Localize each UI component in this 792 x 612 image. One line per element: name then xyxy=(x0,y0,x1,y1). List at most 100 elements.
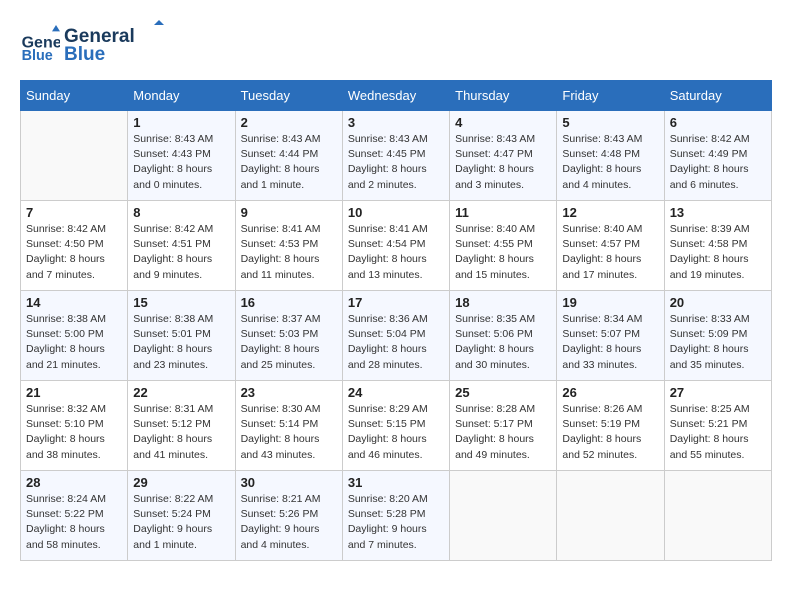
day-info: Sunrise: 8:42 AMSunset: 4:49 PMDaylight:… xyxy=(670,132,766,193)
calendar-cell: 1 Sunrise: 8:43 AMSunset: 4:43 PMDaylight… xyxy=(128,111,235,201)
day-number: 16 xyxy=(241,295,337,310)
day-info: Sunrise: 8:26 AMSunset: 5:19 PMDaylight:… xyxy=(562,402,658,463)
calendar-cell xyxy=(21,111,128,201)
day-number: 2 xyxy=(241,115,337,130)
day-number: 26 xyxy=(562,385,658,400)
day-info: Sunrise: 8:40 AMSunset: 4:57 PMDaylight:… xyxy=(562,222,658,283)
calendar-cell: 29 Sunrise: 8:22 AMSunset: 5:24 PMDayligh… xyxy=(128,471,235,561)
day-info: Sunrise: 8:31 AMSunset: 5:12 PMDaylight:… xyxy=(133,402,229,463)
day-header-monday: Monday xyxy=(128,81,235,111)
day-info: Sunrise: 8:43 AMSunset: 4:44 PMDaylight:… xyxy=(241,132,337,193)
day-number: 1 xyxy=(133,115,229,130)
calendar-header-row: SundayMondayTuesdayWednesdayThursdayFrid… xyxy=(21,81,772,111)
day-header-thursday: Thursday xyxy=(450,81,557,111)
day-number: 25 xyxy=(455,385,551,400)
day-number: 21 xyxy=(26,385,122,400)
day-number: 14 xyxy=(26,295,122,310)
day-info: Sunrise: 8:43 AMSunset: 4:47 PMDaylight:… xyxy=(455,132,551,193)
day-number: 3 xyxy=(348,115,444,130)
day-info: Sunrise: 8:35 AMSunset: 5:06 PMDaylight:… xyxy=(455,312,551,373)
calendar-cell: 9Sunrise: 8:41 AMSunset: 4:53 PMDaylight… xyxy=(235,201,342,291)
day-info: Sunrise: 8:41 AMSunset: 4:54 PMDaylight:… xyxy=(348,222,444,283)
day-number: 24 xyxy=(348,385,444,400)
day-number: 22 xyxy=(133,385,229,400)
calendar-cell: 18 Sunrise: 8:35 AMSunset: 5:06 PMDayligh… xyxy=(450,291,557,381)
day-info: Sunrise: 8:43 AMSunset: 4:48 PMDaylight:… xyxy=(562,132,658,193)
day-info: Sunrise: 8:22 AMSunset: 5:24 PMDaylight:… xyxy=(133,492,229,553)
calendar-cell: 30Sunrise: 8:21 AMSunset: 5:26 PMDayligh… xyxy=(235,471,342,561)
day-info: Sunrise: 8:38 AMSunset: 5:00 PMDaylight:… xyxy=(26,312,122,373)
calendar-cell: 6 Sunrise: 8:42 AMSunset: 4:49 PMDaylight… xyxy=(664,111,771,201)
day-number: 9 xyxy=(241,205,337,220)
day-number: 19 xyxy=(562,295,658,310)
day-number: 4 xyxy=(455,115,551,130)
calendar-cell: 19 Sunrise: 8:34 AMSunset: 5:07 PMDayligh… xyxy=(557,291,664,381)
calendar-cell: 11 Sunrise: 8:40 AMSunset: 4:55 PMDayligh… xyxy=(450,201,557,291)
calendar-cell: 14 Sunrise: 8:38 AMSunset: 5:00 PMDayligh… xyxy=(21,291,128,381)
day-number: 15 xyxy=(133,295,229,310)
calendar-week-row: 7 Sunrise: 8:42 AMSunset: 4:50 PMDaylight… xyxy=(21,201,772,291)
logo-svg: General Blue xyxy=(64,20,164,65)
day-number: 31 xyxy=(348,475,444,490)
day-info: Sunrise: 8:21 AMSunset: 5:26 PMDaylight:… xyxy=(241,492,337,553)
day-info: Sunrise: 8:33 AMSunset: 5:09 PMDaylight:… xyxy=(670,312,766,373)
day-number: 29 xyxy=(133,475,229,490)
calendar-cell: 31Sunrise: 8:20 AMSunset: 5:28 PMDayligh… xyxy=(342,471,449,561)
day-info: Sunrise: 8:34 AMSunset: 5:07 PMDaylight:… xyxy=(562,312,658,373)
day-info: Sunrise: 8:36 AMSunset: 5:04 PMDaylight:… xyxy=(348,312,444,373)
calendar-cell xyxy=(664,471,771,561)
calendar-week-row: 21 Sunrise: 8:32 AMSunset: 5:10 PMDayligh… xyxy=(21,381,772,471)
calendar-cell: 28 Sunrise: 8:24 AMSunset: 5:22 PMDayligh… xyxy=(21,471,128,561)
calendar-cell: 23Sunrise: 8:30 AMSunset: 5:14 PMDayligh… xyxy=(235,381,342,471)
calendar-cell: 22 Sunrise: 8:31 AMSunset: 5:12 PMDayligh… xyxy=(128,381,235,471)
day-info: Sunrise: 8:38 AMSunset: 5:01 PMDaylight:… xyxy=(133,312,229,373)
day-number: 20 xyxy=(670,295,766,310)
day-header-saturday: Saturday xyxy=(664,81,771,111)
calendar-cell: 8Sunrise: 8:42 AMSunset: 4:51 PMDaylight… xyxy=(128,201,235,291)
day-info: Sunrise: 8:25 AMSunset: 5:21 PMDaylight:… xyxy=(670,402,766,463)
day-info: Sunrise: 8:30 AMSunset: 5:14 PMDaylight:… xyxy=(241,402,337,463)
day-info: Sunrise: 8:24 AMSunset: 5:22 PMDaylight:… xyxy=(26,492,122,553)
calendar-table: SundayMondayTuesdayWednesdayThursdayFrid… xyxy=(20,80,772,561)
day-number: 10 xyxy=(348,205,444,220)
calendar-cell xyxy=(557,471,664,561)
calendar-cell: 13 Sunrise: 8:39 AMSunset: 4:58 PMDayligh… xyxy=(664,201,771,291)
day-number: 18 xyxy=(455,295,551,310)
calendar-cell: 12 Sunrise: 8:40 AMSunset: 4:57 PMDayligh… xyxy=(557,201,664,291)
day-info: Sunrise: 8:39 AMSunset: 4:58 PMDaylight:… xyxy=(670,222,766,283)
day-info: Sunrise: 8:29 AMSunset: 5:15 PMDaylight:… xyxy=(348,402,444,463)
day-header-tuesday: Tuesday xyxy=(235,81,342,111)
calendar-cell: 21 Sunrise: 8:32 AMSunset: 5:10 PMDayligh… xyxy=(21,381,128,471)
calendar-cell: 5 Sunrise: 8:43 AMSunset: 4:48 PMDaylight… xyxy=(557,111,664,201)
calendar-cell: 17 Sunrise: 8:36 AMSunset: 5:04 PMDayligh… xyxy=(342,291,449,381)
day-info: Sunrise: 8:32 AMSunset: 5:10 PMDaylight:… xyxy=(26,402,122,463)
logo: General Blue General Blue xyxy=(20,20,164,70)
day-number: 11 xyxy=(455,205,551,220)
calendar-cell: 15 Sunrise: 8:38 AMSunset: 5:01 PMDayligh… xyxy=(128,291,235,381)
day-info: Sunrise: 8:43 AMSunset: 4:43 PMDaylight:… xyxy=(133,132,229,193)
day-info: Sunrise: 8:40 AMSunset: 4:55 PMDaylight:… xyxy=(455,222,551,283)
logo-icon: General Blue xyxy=(20,25,60,65)
day-header-sunday: Sunday xyxy=(21,81,128,111)
day-number: 12 xyxy=(562,205,658,220)
day-number: 27 xyxy=(670,385,766,400)
day-info: Sunrise: 8:37 AMSunset: 5:03 PMDaylight:… xyxy=(241,312,337,373)
calendar-cell: 7 Sunrise: 8:42 AMSunset: 4:50 PMDaylight… xyxy=(21,201,128,291)
calendar-cell: 2 Sunrise: 8:43 AMSunset: 4:44 PMDaylight… xyxy=(235,111,342,201)
calendar-cell: 3Sunrise: 8:43 AMSunset: 4:45 PMDaylight… xyxy=(342,111,449,201)
day-number: 5 xyxy=(562,115,658,130)
day-number: 28 xyxy=(26,475,122,490)
calendar-cell: 27 Sunrise: 8:25 AMSunset: 5:21 PMDayligh… xyxy=(664,381,771,471)
day-info: Sunrise: 8:42 AMSunset: 4:50 PMDaylight:… xyxy=(26,222,122,283)
day-info: Sunrise: 8:28 AMSunset: 5:17 PMDaylight:… xyxy=(455,402,551,463)
day-number: 6 xyxy=(670,115,766,130)
day-info: Sunrise: 8:42 AMSunset: 4:51 PMDaylight:… xyxy=(133,222,229,283)
day-number: 7 xyxy=(26,205,122,220)
day-header-friday: Friday xyxy=(557,81,664,111)
calendar-week-row: 1 Sunrise: 8:43 AMSunset: 4:43 PMDaylight… xyxy=(21,111,772,201)
calendar-week-row: 28 Sunrise: 8:24 AMSunset: 5:22 PMDayligh… xyxy=(21,471,772,561)
day-number: 17 xyxy=(348,295,444,310)
calendar-cell: 16 Sunrise: 8:37 AMSunset: 5:03 PMDayligh… xyxy=(235,291,342,381)
day-header-wednesday: Wednesday xyxy=(342,81,449,111)
day-number: 13 xyxy=(670,205,766,220)
